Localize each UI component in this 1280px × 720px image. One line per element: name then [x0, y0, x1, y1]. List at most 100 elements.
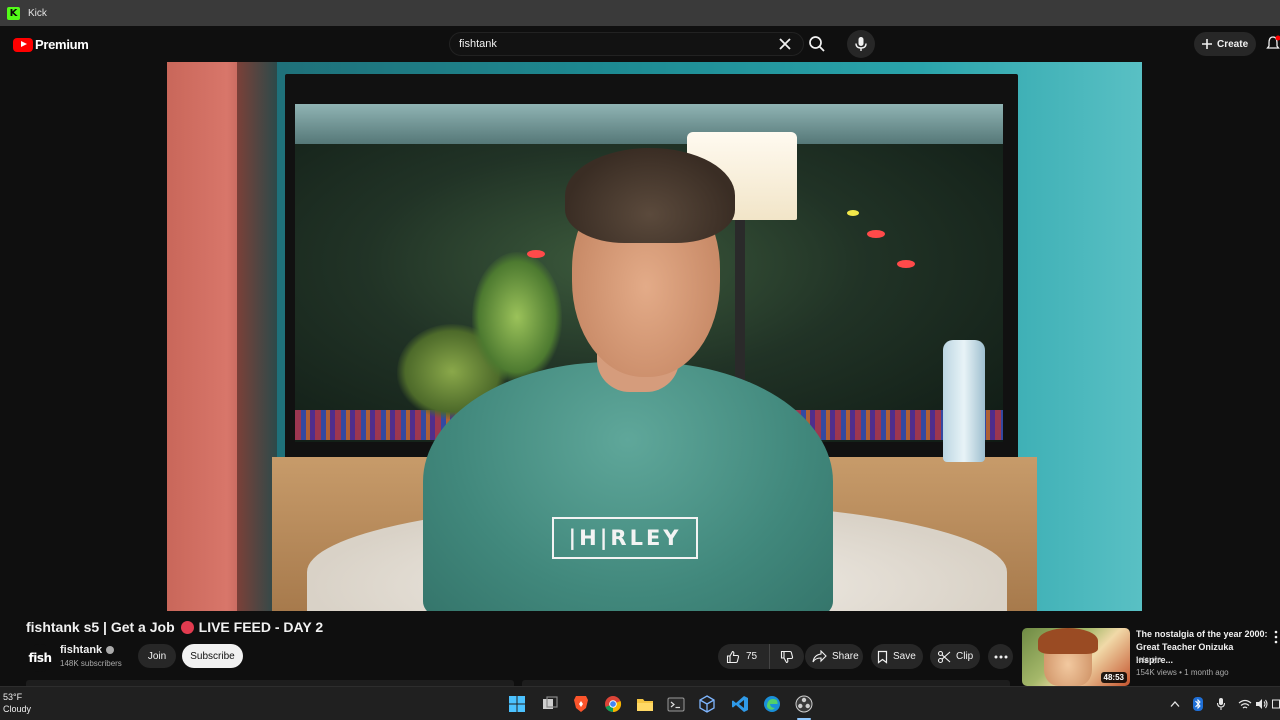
vscode-button[interactable] — [730, 694, 750, 714]
clear-search-icon[interactable] — [776, 35, 794, 53]
join-button[interactable]: Join — [138, 644, 176, 668]
like-count: 75 — [746, 651, 758, 662]
terminal-icon — [667, 697, 685, 711]
video-frame-corner — [237, 62, 277, 611]
lamp-pole — [735, 220, 745, 390]
bookmark-icon — [877, 650, 888, 664]
video-live-text: LIVE FEED - DAY 2 — [198, 619, 324, 635]
subscribe-button[interactable]: Subscribe — [182, 644, 243, 668]
windows-start-icon — [509, 696, 525, 712]
brave-lion-icon — [574, 696, 588, 712]
share-label: Share — [832, 651, 859, 662]
search-icon[interactable] — [807, 34, 827, 54]
weather-temperature[interactable]: 53°F — [3, 692, 22, 702]
verified-badge-icon — [106, 646, 115, 654]
3d-cube-icon — [699, 695, 715, 713]
water-bottle — [943, 340, 985, 462]
edge-icon — [764, 696, 780, 712]
shirt-logo: |H|RLEY — [552, 517, 698, 559]
person-hair — [565, 148, 735, 243]
youtube-play-icon — [13, 37, 33, 52]
channel-name: fishtank — [60, 644, 103, 656]
obs-studio-button[interactable] — [794, 694, 814, 714]
thumbnail-hair — [1038, 628, 1098, 654]
live-red-dot-icon — [180, 620, 194, 634]
create-label: Create — [1217, 38, 1249, 50]
create-button[interactable]: Create — [1194, 32, 1256, 56]
fish-shape — [897, 260, 915, 268]
volume-button[interactable] — [1255, 697, 1269, 711]
windows-taskbar: 53°F Cloudy — [0, 686, 1280, 720]
brand-label: Premium — [35, 37, 89, 52]
fish-shape — [527, 250, 545, 258]
aquarium-plant — [472, 252, 562, 382]
voice-search-button[interactable] — [847, 30, 875, 58]
recommended-video-thumbnail[interactable]: 48:53 — [1022, 628, 1130, 686]
microphone-tray-button[interactable] — [1214, 697, 1228, 711]
vscode-icon — [732, 696, 748, 712]
wifi-button[interactable] — [1238, 697, 1252, 711]
brave-browser-button[interactable] — [571, 694, 591, 714]
notifications-bell-icon[interactable] — [1266, 35, 1280, 53]
scissors-icon — [937, 650, 951, 663]
video-player[interactable]: |H|RLEY — [167, 62, 1142, 611]
channel-avatar[interactable]: fish — [26, 644, 54, 672]
weather-description[interactable]: Cloudy — [3, 704, 31, 714]
dislike-button[interactable] — [770, 644, 804, 669]
obs-icon — [795, 695, 813, 713]
clip-label: Clip — [956, 651, 974, 662]
like-dislike-group: 75 — [718, 644, 804, 669]
subscriber-count: 148K subscribers — [60, 659, 122, 668]
bluetooth-button[interactable] — [1191, 697, 1205, 711]
clip-button[interactable]: Clip — [930, 644, 980, 669]
folder-icon — [637, 698, 653, 711]
youtube-header: Premium Create — [0, 26, 1280, 62]
kick-logo-icon: K — [7, 6, 20, 20]
battery-icon — [1272, 699, 1280, 709]
thumbs-up-icon — [726, 650, 740, 663]
video-title-text: fishtank s5 | Get a Job — [26, 619, 175, 635]
save-button[interactable]: Save — [871, 644, 923, 669]
window-title-bar: K Kick — [0, 0, 1280, 26]
thumbs-down-icon — [780, 650, 794, 663]
more-vertical-icon[interactable] — [1273, 630, 1279, 644]
video-title: fishtank s5 | Get a Job LIVE FEED - DAY … — [26, 619, 323, 635]
recommended-channel-name[interactable]: tetsuya — [1136, 655, 1162, 664]
like-button[interactable]: 75 — [718, 644, 770, 669]
bluetooth-icon — [1193, 697, 1203, 711]
window-title: Kick — [28, 7, 47, 19]
terminal-button[interactable] — [666, 694, 686, 714]
wifi-icon — [1238, 699, 1252, 708]
youtube-premium-logo[interactable]: Premium — [13, 37, 89, 52]
cube-app-button[interactable] — [697, 694, 717, 714]
search-input[interactable] — [459, 33, 759, 55]
task-view-icon — [543, 696, 558, 709]
more-horizontal-icon — [994, 655, 1007, 658]
file-explorer-button[interactable] — [635, 694, 655, 714]
search-box — [449, 32, 804, 56]
share-button[interactable]: Share — [805, 644, 863, 669]
fish-shape — [847, 210, 859, 216]
edge-browser-button[interactable] — [762, 694, 782, 714]
fish-shape — [867, 230, 885, 238]
speaker-icon — [1256, 699, 1268, 709]
chevron-up-icon — [1170, 701, 1180, 707]
chrome-icon — [605, 696, 622, 713]
channel-name-row[interactable]: fishtank — [60, 644, 115, 656]
plus-icon — [1202, 39, 1212, 49]
video-duration: 48:53 — [1100, 672, 1127, 683]
aquarium-light — [295, 104, 1003, 146]
microphone-icon — [1216, 698, 1226, 710]
microphone-icon — [855, 37, 867, 51]
recommended-video-meta: 154K views • 1 month ago — [1136, 668, 1229, 677]
show-hidden-icons-button[interactable] — [1168, 697, 1182, 711]
battery-button[interactable] — [1272, 697, 1280, 711]
screen: K Kick Premium Cre — [0, 0, 1280, 720]
chrome-button[interactable] — [603, 694, 623, 714]
task-view-button[interactable] — [540, 694, 560, 714]
share-arrow-icon — [812, 650, 827, 663]
more-actions-button[interactable] — [988, 644, 1013, 669]
start-button[interactable] — [507, 694, 527, 714]
person-shirt — [423, 362, 833, 611]
save-label: Save — [893, 651, 916, 662]
